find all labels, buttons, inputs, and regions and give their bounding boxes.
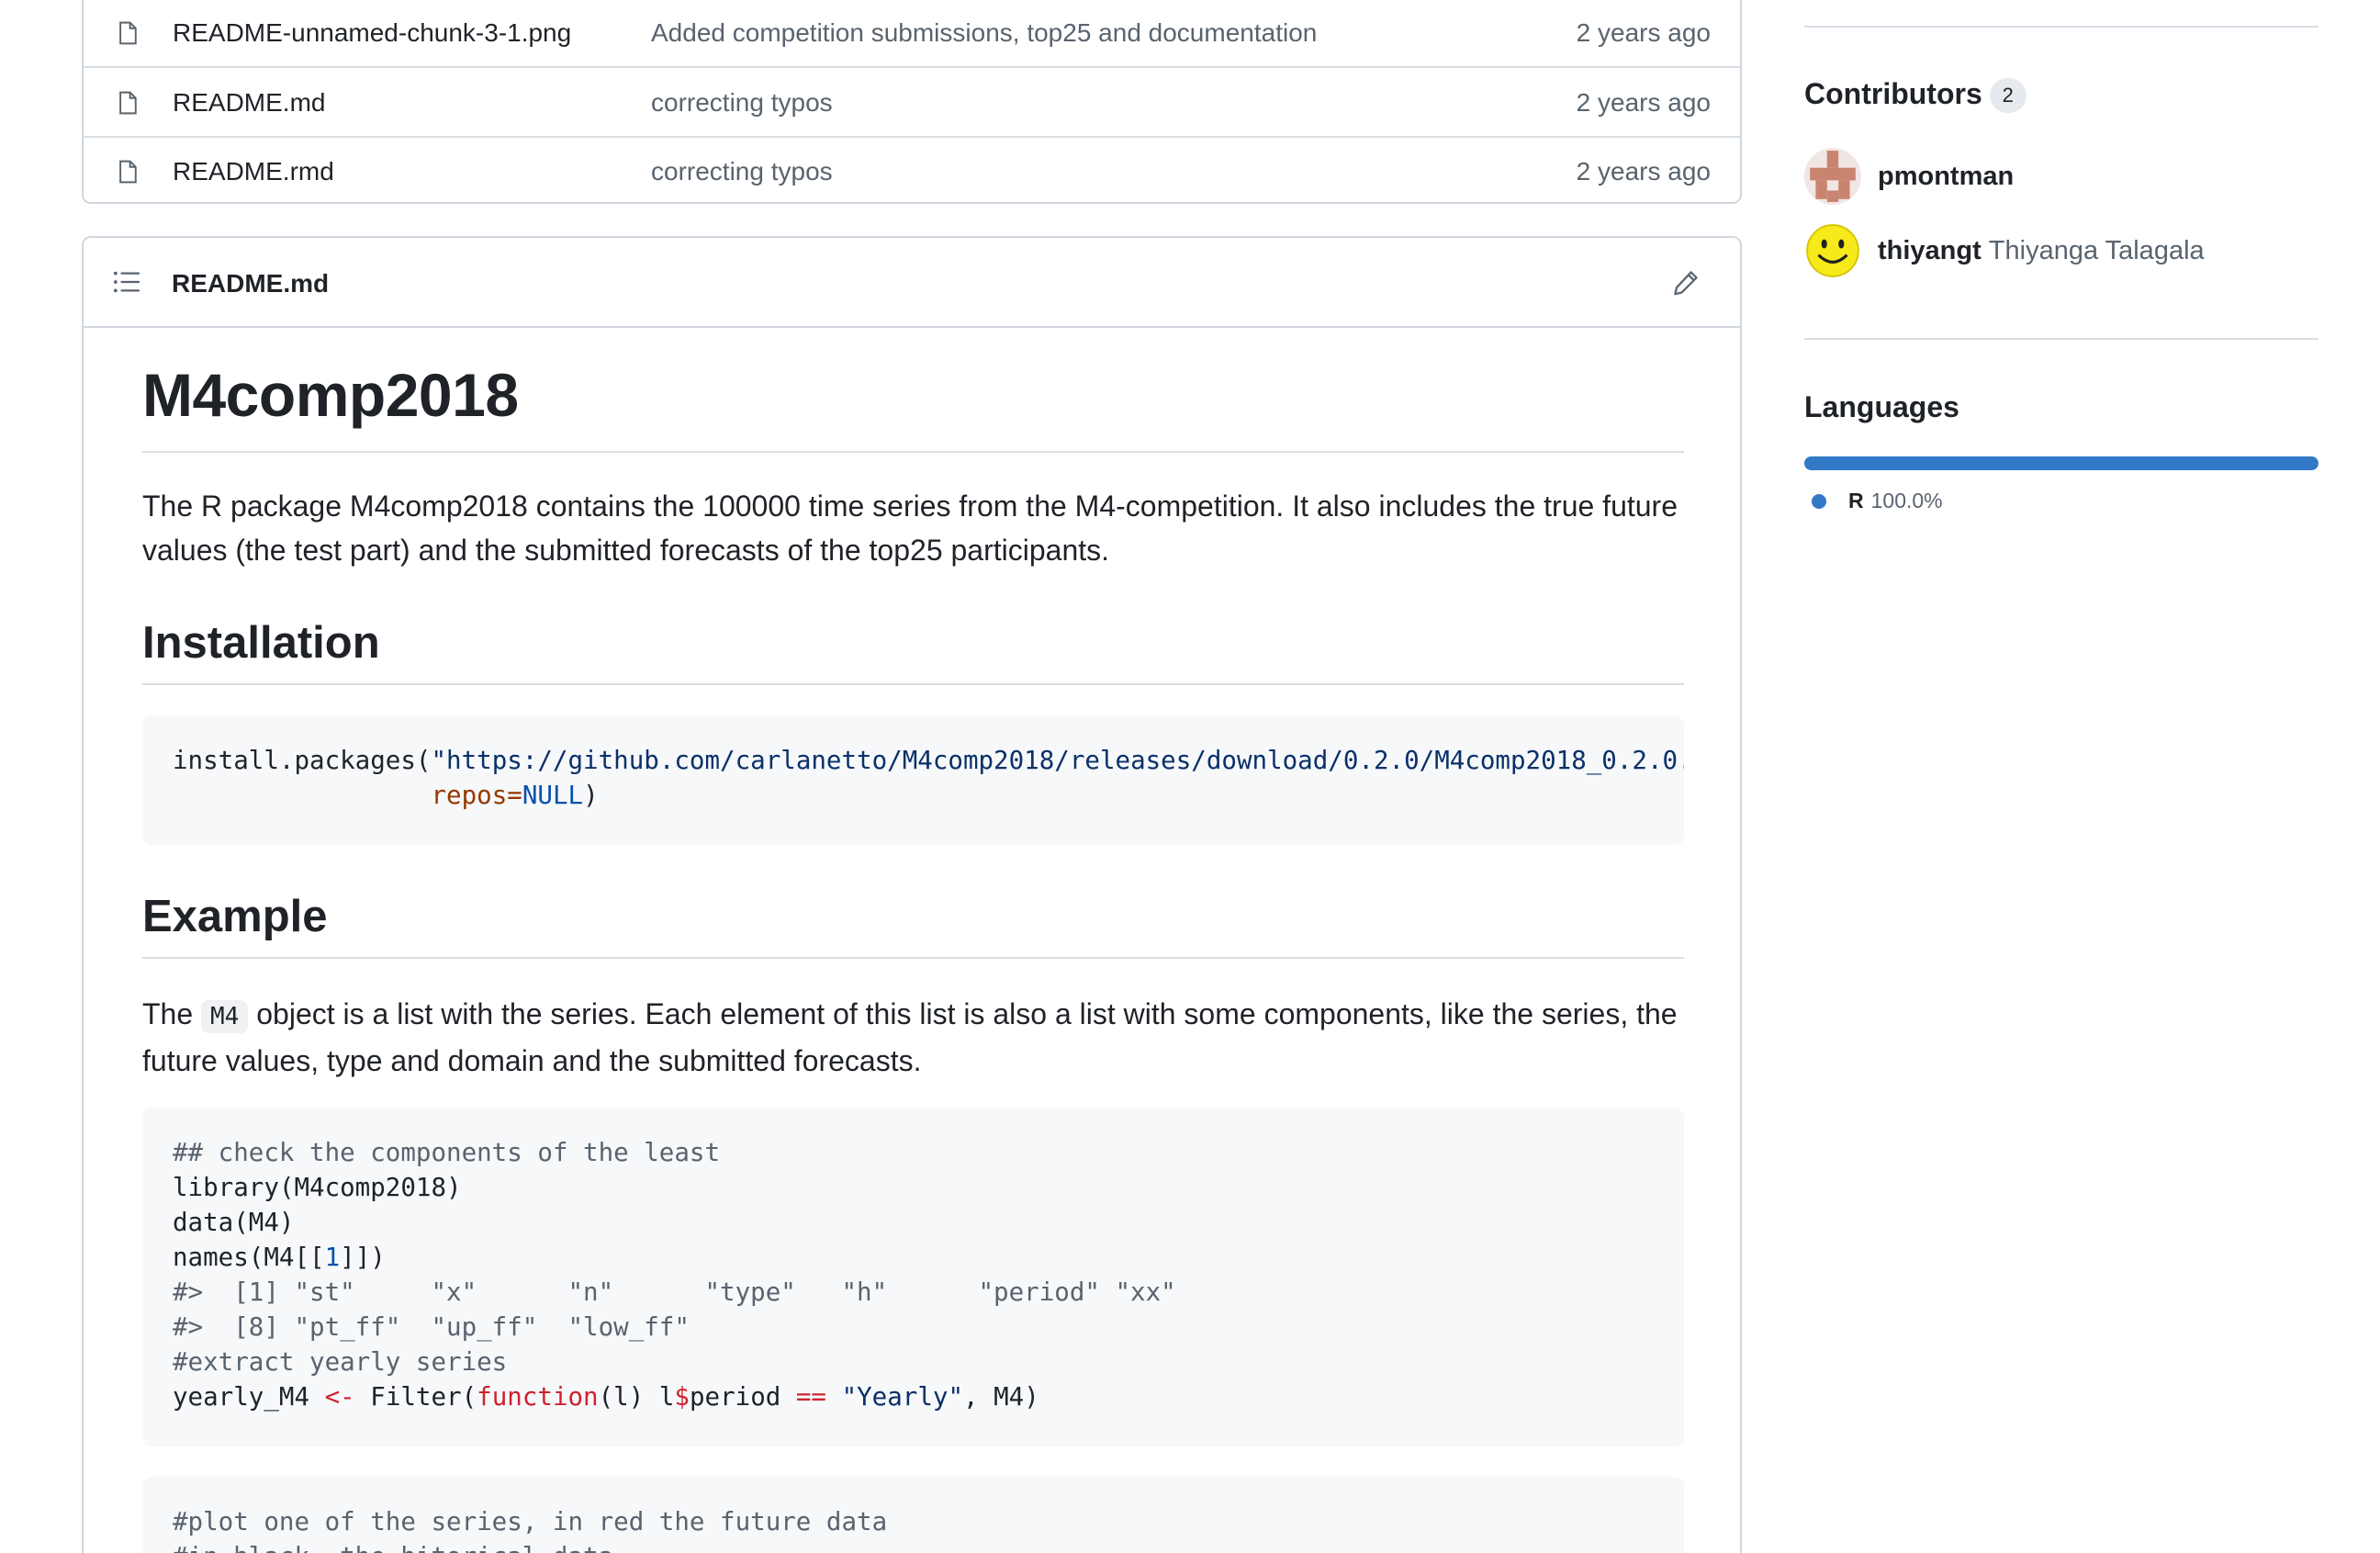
inline-code: M4 xyxy=(201,1000,249,1033)
contributors-count-badge: 2 xyxy=(1989,78,2026,113)
readme-heading: M4comp2018 xyxy=(142,361,519,429)
avatar[interactable] xyxy=(1804,148,1861,205)
commit-time: 2 years ago xyxy=(1576,18,1711,47)
commit-message[interactable]: Added competition submissions, top25 and… xyxy=(651,18,1317,48)
sidebar-divider xyxy=(1804,26,2318,28)
intro-paragraph: The R package M4comp2018 contains the 10… xyxy=(142,490,1678,567)
readme-header: README.md xyxy=(84,238,1740,328)
plot-code-block[interactable]: #plot one of the series, in red the futu… xyxy=(142,1477,1684,1553)
language-bar[interactable] xyxy=(1804,456,2318,470)
contributors-heading[interactable]: Contributors 2 xyxy=(1804,77,2026,113)
contributor-login[interactable]: thiyangt xyxy=(1878,236,1981,266)
install-code-block[interactable]: install.packages("https://github.com/car… xyxy=(142,715,1684,845)
file-list: README-unnamed-chunk-3-1.png Added compe… xyxy=(82,0,1742,204)
file-row[interactable]: README-unnamed-chunk-3-1.png Added compe… xyxy=(84,0,1740,68)
pencil-icon[interactable] xyxy=(1672,269,1700,297)
list-icon[interactable] xyxy=(113,269,140,295)
file-icon xyxy=(119,21,137,45)
example-code-block[interactable]: ## check the components of the least lib… xyxy=(142,1108,1684,1446)
commit-message[interactable]: correcting typos xyxy=(651,157,833,186)
installation-heading: Installation xyxy=(142,618,380,668)
commit-time: 2 years ago xyxy=(1576,88,1711,117)
file-name[interactable]: README.md xyxy=(173,88,325,118)
heading-divider xyxy=(142,957,1684,959)
heading-divider xyxy=(142,683,1684,685)
language-item[interactable]: R 100.0% xyxy=(1812,489,1943,513)
file-name[interactable]: README-unnamed-chunk-3-1.png xyxy=(173,18,571,48)
language-percent: 100.0% xyxy=(1870,489,1943,512)
example-paragraph: The M4 object is a list with the series.… xyxy=(142,997,1678,1077)
heading-divider xyxy=(142,451,1684,453)
sidebar-divider xyxy=(1804,338,2318,340)
example-heading: Example xyxy=(142,892,328,941)
file-icon xyxy=(119,160,137,184)
commit-message[interactable]: correcting typos xyxy=(651,88,833,118)
contributor-name: Thiyanga Talagala xyxy=(1988,235,2205,265)
commit-time: 2 years ago xyxy=(1576,157,1711,186)
languages-heading: Languages xyxy=(1804,390,1959,423)
language-color-dot xyxy=(1812,493,1826,509)
avatar[interactable] xyxy=(1804,222,1861,279)
file-row[interactable]: README.md correcting typos 2 years ago xyxy=(84,70,1740,138)
contributor-item[interactable]: pmontman xyxy=(1804,147,2021,206)
file-row[interactable]: README.rmd correcting typos 2 years ago xyxy=(84,138,1740,206)
language-name: R xyxy=(1848,489,1864,512)
readme-filename[interactable]: README.md xyxy=(172,269,329,298)
file-name[interactable]: README.rmd xyxy=(173,157,334,186)
contributor-item[interactable]: thiyangt Thiyanga Talagala xyxy=(1804,221,2205,280)
install-code: install.packages("https://github.com/car… xyxy=(173,746,1684,810)
file-icon xyxy=(119,91,137,115)
contributor-login[interactable]: pmontman xyxy=(1878,162,2014,192)
plot-code: #plot one of the series, in red the futu… xyxy=(173,1507,888,1553)
example-code: ## check the components of the least lib… xyxy=(173,1138,1176,1412)
